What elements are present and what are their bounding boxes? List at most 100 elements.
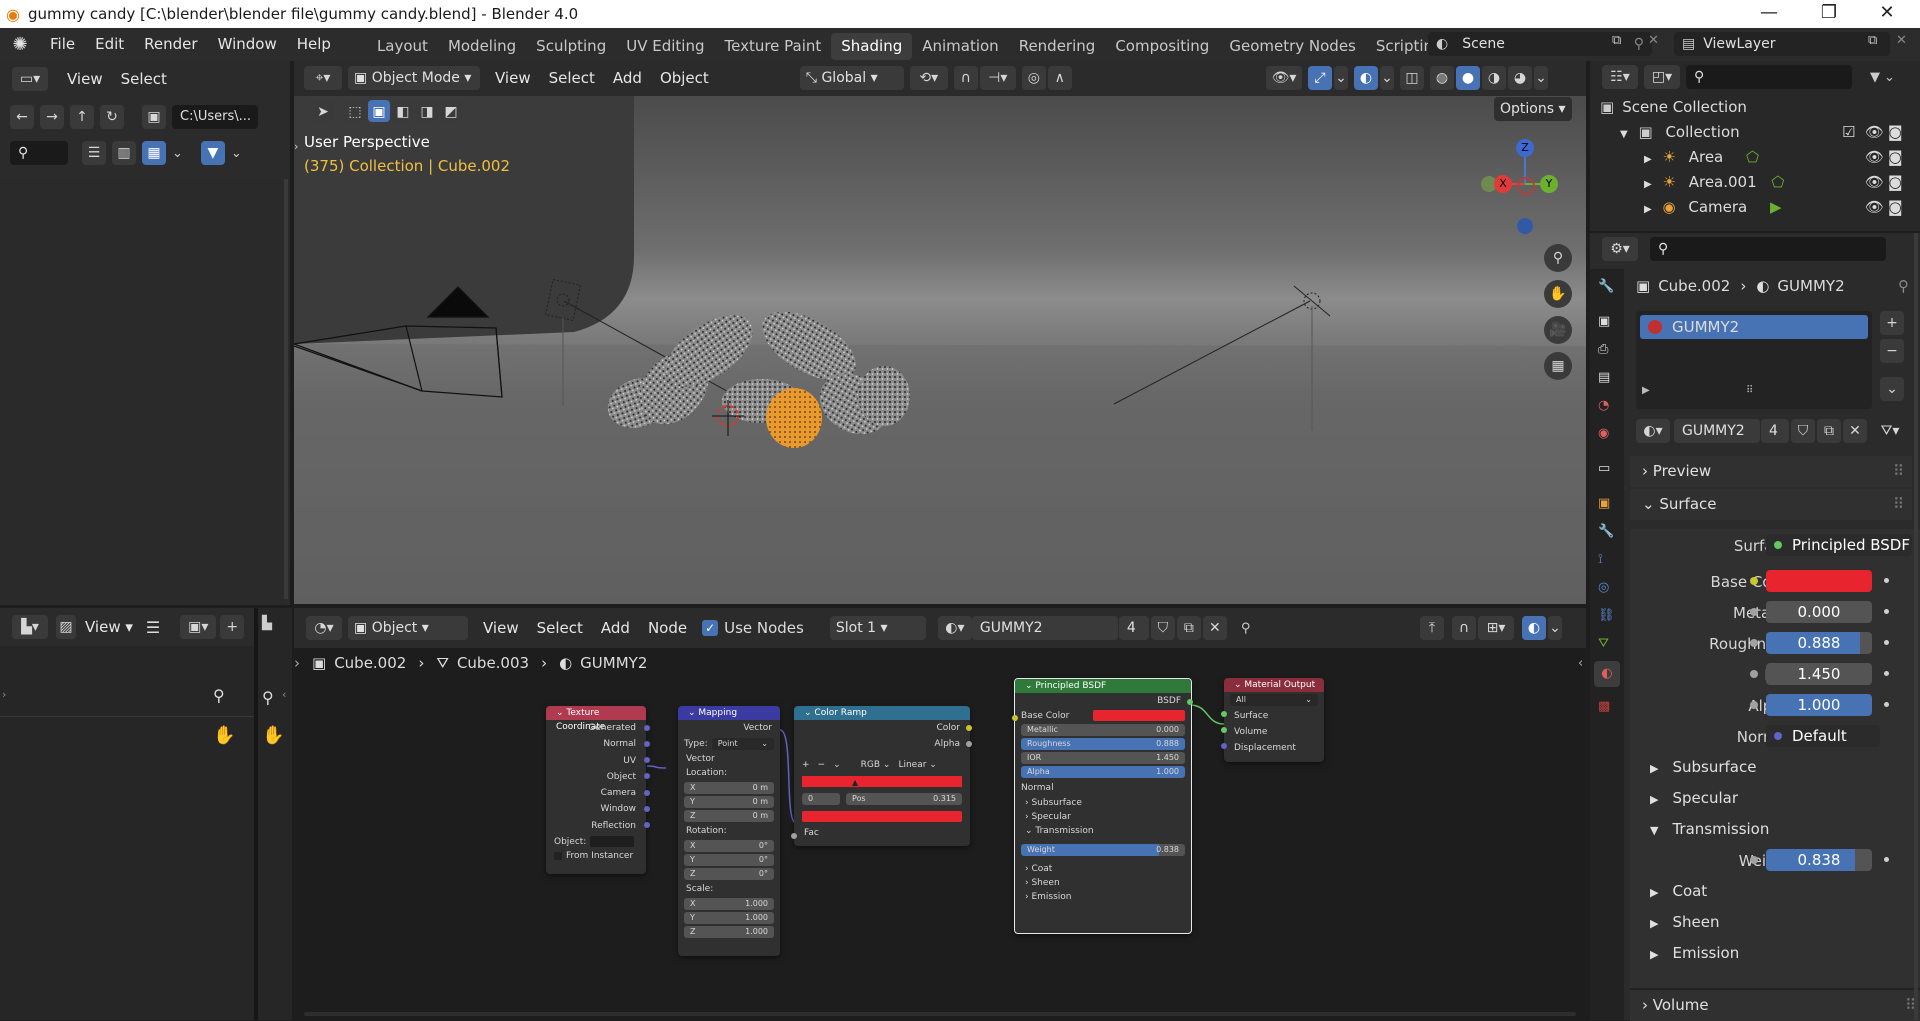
node-view-menu[interactable]: View [474,619,528,637]
slot-list-expand-icon[interactable]: ▶ [1642,385,1650,396]
material-slot-gummy2[interactable]: GUMMY2 [1640,315,1868,339]
view-layer-selector[interactable]: ▤ ViewLayer [1674,32,1890,56]
node-editor-canvas[interactable]: › ▣ Cube.002 › ⛛ Cube.003 › ◐ GUMMY2 ‹ ⌄… [294,648,1586,1020]
output-camera[interactable]: Camera [546,785,636,801]
material-output-header[interactable]: ⌄ Material Output [1224,678,1324,692]
socket-reflection[interactable] [644,822,650,828]
material-tab-icon[interactable]: ◐ [1594,661,1620,687]
output-displacement-input[interactable]: Displacement [1234,740,1314,756]
camera-render-icon[interactable]: ◙ [1888,195,1903,220]
select-extend-icon[interactable]: ▣ [368,100,390,122]
normal-input-field[interactable]: Default [1766,725,1880,747]
node-overlay-chevron-icon[interactable]: ⌄ [1548,616,1562,640]
node-editor-type-icon[interactable]: ◔▾ [306,616,342,640]
data-tab-icon[interactable]: ⛛ [1598,636,1609,651]
thumbnails-icon[interactable]: ▦ [142,141,166,165]
outliner-filter-chevron-icon[interactable]: ⌄ [1884,70,1895,85]
gizmo-z-axis[interactable]: Z [1516,139,1534,157]
slot-dropdown[interactable]: Slot 1 ▾ [829,616,926,640]
specular-section[interactable]: ▶ Specular [1630,783,1920,814]
modifiers-tab-icon[interactable]: 🔧 [1598,524,1614,539]
scale-x-field[interactable]: X 1.000 [684,898,774,910]
socket-ramp-alpha[interactable] [966,741,972,747]
bsdf-sheen-panel[interactable]: › Sheen [1015,876,1191,890]
constraints-tab-icon[interactable]: ⛓ [1598,608,1615,623]
transmission-weight-slider[interactable]: 0.838 [1766,849,1872,871]
ramp-remove-stop-button[interactable]: − [818,760,826,770]
color-ramp-color-output[interactable]: Color [794,720,961,736]
weight-socket-icon[interactable] [1750,856,1758,864]
area-expand-icon[interactable]: ▶ [1644,154,1652,165]
area-render-icon[interactable]: ◙ [1888,145,1903,170]
outliner-item-area[interactable]: ▶ ☀ Area ⬠ 👁 ◙ [1590,145,1920,170]
preview-drag-handle-icon[interactable]: ⠿ [1893,456,1904,487]
viewport-object-menu[interactable]: Object [651,69,718,87]
ior-socket-icon[interactable] [1750,670,1758,678]
gizmo-y-axis[interactable]: Y [1540,175,1558,193]
node-snap-target-icon[interactable]: ⊞▾ [1478,616,1514,640]
surface-drag-handle-icon[interactable]: ⠿ [1893,489,1904,520]
delete-view-layer-icon[interactable]: ✕ [1896,33,1907,48]
principled-bsdf-node[interactable]: ⌄ Principled BSDF BSDF Base Color Metall… [1012,678,1193,934]
scene-tab-icon[interactable]: ◔ [1598,398,1609,413]
outliner-editor-type-icon[interactable]: ☷▾ [1602,65,1638,89]
ramp-stop-color-field[interactable] [802,811,962,822]
rendered-shading-icon[interactable]: ◕ [1508,66,1532,90]
unlink-material-icon[interactable]: ✕ [1202,616,1227,640]
bsdf-roughness-field[interactable]: Roughness 0.888 [1021,738,1185,750]
gizmo-chevron-icon[interactable]: ⌄ [1334,66,1348,90]
bsdf-ior-field[interactable]: IOR 1.450 [1021,752,1185,764]
tab-compositing[interactable]: Compositing [1105,33,1219,60]
material-name-field[interactable]: GUMMY2 [1674,419,1760,443]
location-z-field[interactable]: Z 0 m [684,810,774,822]
shading-chevron-icon[interactable]: ⌄ [1534,66,1548,90]
metallic-slider[interactable]: 0.000 [1766,601,1872,623]
tab-rendering[interactable]: Rendering [1009,33,1106,60]
snap-target-icon[interactable]: ⊣▾ [979,66,1016,90]
tab-shading[interactable]: Shading [831,32,913,60]
sheen-section[interactable]: ▶ Sheen [1630,907,1920,938]
area-001-render-icon[interactable]: ◙ [1888,170,1903,195]
delete-scene-icon[interactable]: ✕ [1648,33,1659,48]
transmission-section[interactable]: ▼ Transmission [1630,814,1920,845]
use-nodes-checkbox-icon[interactable]: ✓ [702,620,719,636]
emission-section[interactable]: ▶ Emission [1630,938,1920,969]
ramp-interpolation-dropdown[interactable]: Linear ⌄ [898,760,936,770]
browse-image-icon[interactable]: ▣▾ [180,615,217,639]
outliner-collection[interactable]: ▼ ▣ Collection ☑ 👁 ◙ [1590,120,1920,145]
outliner-item-area-001[interactable]: ▶ ☀ Area.001 ⬠ 👁 ◙ [1590,170,1920,195]
browse-material-datablock-icon[interactable]: ◐▾ [1636,419,1670,443]
camera-view-icon[interactable]: 🎥 [1544,316,1572,344]
menu-edit[interactable]: Edit [85,28,134,61]
pivot-point-icon[interactable]: ⟲▾ [909,66,948,90]
output-tab-icon[interactable]: ⎙ [1598,342,1608,357]
falloff-icon[interactable]: ∧ [1047,66,1072,90]
ramp-options-chevron-icon[interactable]: ⌄ [833,760,841,770]
image-view-menu[interactable]: View ▾ [76,618,142,636]
particles-tab-icon[interactable]: ⟟ [1598,552,1603,567]
gizmo-neg-z-axis[interactable] [1517,218,1533,234]
bsdf-specular-panel[interactable]: › Specular [1015,810,1191,824]
preview-section-header[interactable]: › Preview ⠿ [1630,456,1912,487]
selected-cube-002[interactable] [766,388,822,448]
coat-section[interactable]: ▶ Coat [1630,876,1920,907]
node-material-name-field[interactable]: GUMMY2 [971,616,1118,640]
ramp-add-stop-button[interactable]: + [802,760,810,770]
socket-base-color[interactable] [1012,715,1018,721]
subpanel-zoom-icon[interactable]: ⚲ [262,688,274,707]
overlay-chevron-icon[interactable]: ⌄ [1380,66,1394,90]
viewport-add-menu[interactable]: Add [604,69,651,87]
output-volume-input[interactable]: Volume [1234,724,1314,740]
socket-generated[interactable] [644,725,650,731]
bsdf-transmission-panel[interactable]: ⌄ Transmission [1015,824,1191,838]
bsdf-base-color-swatch[interactable] [1093,710,1185,721]
roughness-socket-icon[interactable] [1750,639,1758,647]
object-mode-dropdown[interactable]: ▣ Object Mode ▾ [348,66,480,90]
mapping-header[interactable]: ⌄ Mapping [678,706,780,720]
parent-folder-icon[interactable]: ↑ [70,105,94,129]
socket-normal[interactable] [644,741,650,747]
scale-z-field[interactable]: Z 1.000 [684,926,774,938]
menu-file[interactable]: File [40,28,85,61]
forward-icon[interactable]: → [40,105,64,129]
node-node-menu[interactable]: Node [639,619,696,637]
